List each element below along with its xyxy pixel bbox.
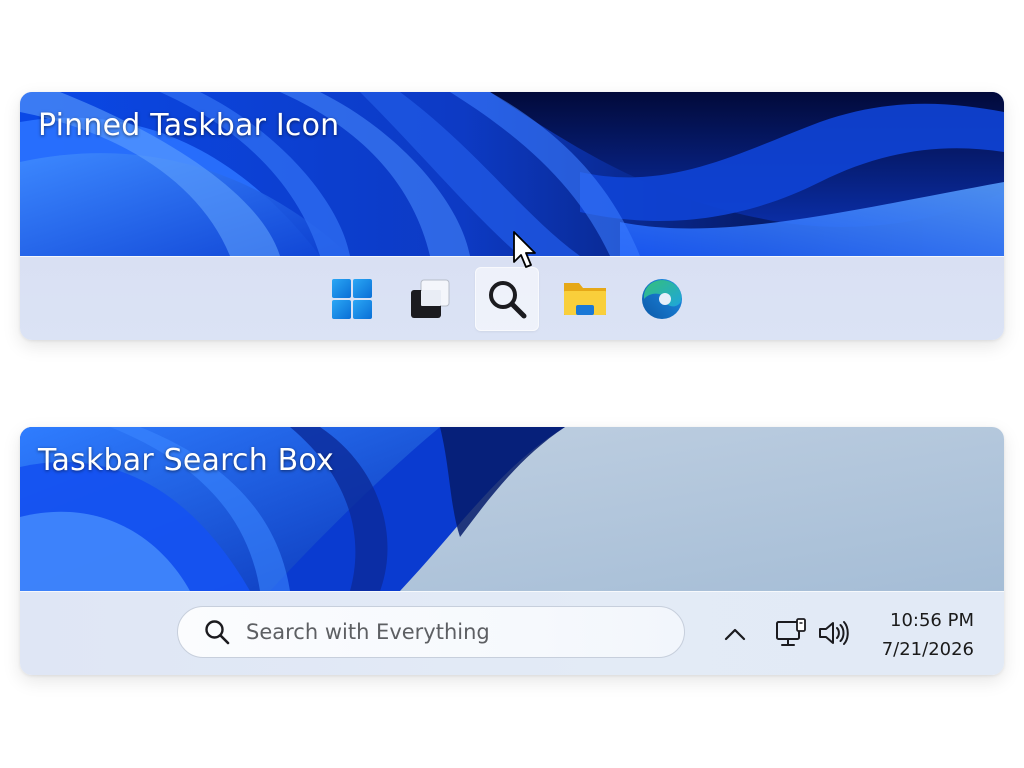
clock-date: 7/21/2026	[881, 639, 974, 660]
task-view-button[interactable]	[398, 267, 462, 331]
panel-title: Taskbar Search Box	[38, 443, 335, 478]
file-explorer-icon	[564, 283, 606, 315]
search-box-panel: Taskbar Search Box Search with Everythin…	[20, 427, 1004, 675]
volume-icon	[819, 621, 849, 645]
taskbar-search-box[interactable]: Search with Everything	[177, 606, 685, 658]
panel-title: Pinned Taskbar Icon	[38, 108, 340, 143]
clock-time: 10:56 PM	[890, 610, 974, 631]
chevron-up-icon	[724, 628, 746, 641]
edge-browser-button[interactable]	[630, 267, 694, 331]
edge-browser-icon	[642, 279, 682, 319]
taskbar: Search with Everything 10:56 PM 7/21/202…	[20, 591, 1004, 675]
windows-start-button[interactable]	[320, 267, 384, 331]
windows-start-icon	[332, 279, 372, 319]
network-button[interactable]	[774, 616, 808, 650]
pinned-taskbar-panel: Pinned Taskbar Icon	[20, 92, 1004, 340]
taskbar	[20, 256, 1004, 340]
taskbar-clock[interactable]: 10:56 PM 7/21/2026	[882, 606, 974, 664]
search-placeholder: Search with Everything	[246, 620, 490, 644]
search-taskbar-button[interactable]	[475, 267, 539, 331]
show-hidden-icons-button[interactable]	[720, 620, 750, 648]
volume-button[interactable]	[816, 616, 850, 650]
search-icon	[203, 618, 231, 646]
task-view-icon	[411, 279, 450, 318]
file-explorer-button[interactable]	[553, 267, 617, 331]
network-icon	[776, 618, 806, 646]
search-icon	[489, 281, 527, 319]
